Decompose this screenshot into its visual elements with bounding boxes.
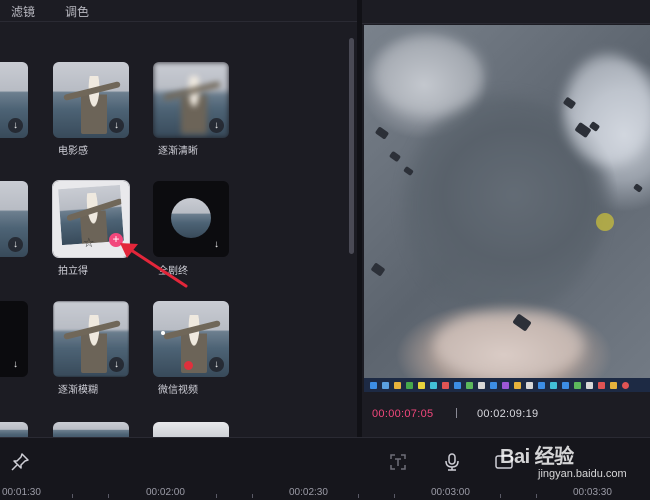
effect-thumbnail-5[interactable]: ↓ [153,181,229,257]
ruler-tick-label: 00:01:30 [2,487,41,498]
video-preview[interactable] [364,25,650,392]
download-icon[interactable]: ↓ [209,237,224,252]
text-recognition-icon[interactable] [388,452,408,472]
tab-adjust[interactable]: 调色 [65,3,89,20]
preview-panel: 00:00:07:05 00:02:09:19 [362,0,650,437]
add-effect-button[interactable]: + [109,233,123,247]
effect-thumbnail-8[interactable]: ↓ [153,301,229,377]
scrollbar-thumb[interactable] [349,38,354,254]
screen-record-icon[interactable] [494,452,514,472]
ruler-tick-label: 00:02:30 [289,487,328,498]
download-icon[interactable]: ↓ [8,118,23,133]
download-icon[interactable]: ↓ [8,357,23,372]
download-icon[interactable]: ↓ [209,357,224,372]
download-icon[interactable]: ↓ [209,118,224,133]
effect-thumbnail-10[interactable] [53,422,129,437]
microphone-icon[interactable] [442,452,462,472]
pin-icon[interactable] [10,452,30,472]
ruler-tick-label: 00:02:00 [146,487,185,498]
download-icon[interactable]: ↓ [109,118,124,133]
current-time: 00:00:07:05 [372,408,434,420]
effect-label: 全剧终 [158,266,188,277]
effect-tabs: 滤镜 调色 [0,0,357,22]
effect-label: 逐渐清晰 [158,146,198,157]
effect-thumbnail-9[interactable] [0,422,28,437]
effect-label: 逐渐模糊 [58,385,98,396]
effect-thumbnail-4[interactable]: ↓ [0,181,28,257]
taskbar [364,378,650,392]
timeline-toolbar [0,437,650,485]
effect-label: 电影感 [58,146,88,157]
effect-label: 拍立得 [58,266,88,277]
ruler-tick-label: 00:03:30 [573,487,612,498]
tab-filter[interactable]: 滤镜 [11,3,35,20]
effect-thumbnail-11[interactable] [153,422,229,437]
effects-panel: 滤镜 调色 ↓ ↓ 电影感 ↓ 逐渐清晰 ↓ ☆ 拍立得 ↓ 全剧终 ↓ ↓ 逐… [0,0,357,437]
total-time: 00:02:09:19 [477,408,539,420]
ruler-tick-label: 00:03:00 [431,487,470,498]
timeline-ruler[interactable]: 00:01:30 00:02:00 00:02:30 00:03:00 00:0… [0,485,650,500]
effect-thumbnail-6[interactable]: ↓ [0,301,28,377]
effect-label: 微信视频 [158,385,198,396]
effect-thumbnail-1[interactable]: ↓ [0,62,28,138]
effect-thumbnail-2[interactable]: ↓ [53,62,129,138]
effects-grid: ↓ ↓ 电影感 ↓ 逐渐清晰 ↓ ☆ 拍立得 ↓ 全剧终 ↓ ↓ 逐渐模糊 ↓ … [0,22,345,437]
effect-thumbnail-7[interactable]: ↓ [53,301,129,377]
download-icon[interactable]: ↓ [8,237,23,252]
favorite-icon[interactable]: ☆ [83,235,95,251]
cursor-highlight [596,213,614,231]
time-separator [456,408,457,418]
download-icon[interactable]: ↓ [109,357,124,372]
effect-thumbnail-3[interactable]: ↓ [153,62,229,138]
